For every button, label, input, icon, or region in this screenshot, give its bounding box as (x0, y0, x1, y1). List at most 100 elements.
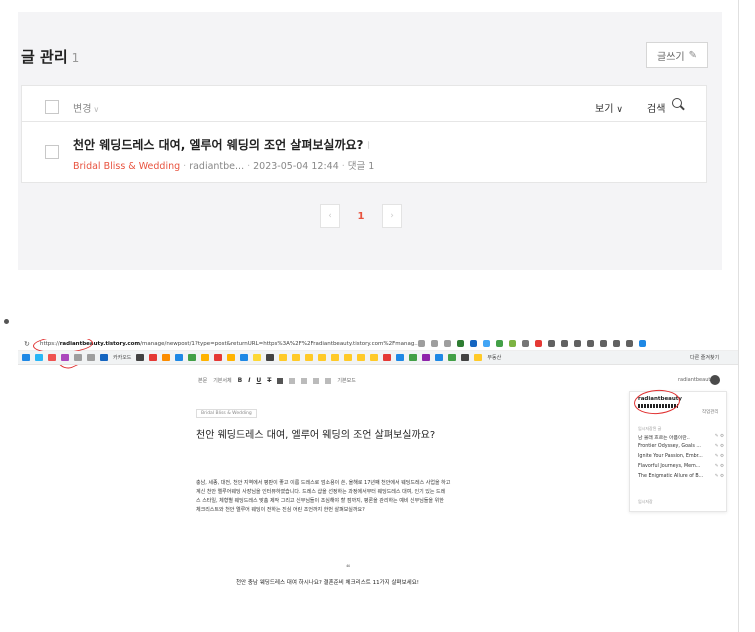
browser-extensions (418, 340, 646, 347)
prev-page-button[interactable]: ‹ (320, 204, 340, 228)
folder-icon[interactable] (474, 354, 483, 361)
other-bookmarks[interactable]: 다른 즐겨찾기 (690, 354, 719, 361)
drafts-footer[interactable]: 임시저장 (638, 499, 653, 505)
bookmark-icon[interactable] (48, 354, 56, 361)
post-row[interactable]: 천안 웨딩드레스 대여, 엘루어 웨딩의 조언 살펴보실까요? ⦚ Bridal … (21, 121, 707, 183)
list-item[interactable]: Frontier Odyssey, Goals ... ✎ ⚙ (638, 444, 724, 454)
document-body[interactable]: 충남, 세종, 대전, 천안 지역에서 평판이 좋고 이름 드레스로 엄소용이 … (196, 479, 496, 515)
red-annotation-circle (633, 388, 681, 416)
folder-icon[interactable] (279, 354, 288, 361)
edit-delete-icons[interactable]: ✎ ⚙ (715, 454, 724, 459)
next-page-button[interactable]: › (382, 204, 402, 228)
list-icon[interactable] (301, 377, 308, 384)
chevron-down-icon: ∨ (93, 105, 100, 114)
change-dropdown[interactable]: 변경 ∨ (73, 100, 99, 115)
bookmark-icon[interactable] (435, 354, 444, 361)
bookmark-folder[interactable]: 카카오드 (113, 354, 131, 361)
bookmark-icon[interactable] (162, 354, 171, 361)
bookmark-icon[interactable] (240, 354, 249, 361)
bookmark-icon[interactable] (87, 354, 95, 361)
document-title[interactable]: 천안 웨딩드레스 대여, 엘루어 웨딩의 조언 살펴보실까요? (196, 426, 435, 441)
post-category[interactable]: Bridal Bliss & Wedding (73, 161, 180, 172)
list-item[interactable]: 남 몰래 흐르는 아픔이란.. ✎ ⚙ (638, 434, 724, 444)
bookmark-icon[interactable] (422, 354, 431, 361)
edit-delete-icons[interactable]: ✎ ⚙ (715, 444, 724, 449)
url-text: https://radiantbeauty.tistory.com/manage… (40, 341, 420, 347)
bold-button[interactable]: B (238, 377, 243, 384)
folder-icon[interactable] (357, 354, 366, 361)
extension-icon (483, 340, 490, 347)
bookmark-icon[interactable] (188, 354, 197, 361)
bookmark-icon[interactable] (253, 354, 262, 361)
post-checkbox[interactable] (45, 145, 59, 159)
edit-delete-icons[interactable]: ✎ ⚙ (715, 474, 724, 479)
folder-icon[interactable] (344, 354, 353, 361)
bookmark-icon[interactable] (396, 354, 405, 361)
bookmark-icon[interactable] (461, 354, 470, 361)
edit-delete-icons[interactable]: ✎ ⚙ (715, 434, 724, 439)
folder-icon[interactable] (305, 354, 314, 361)
current-page[interactable]: 1 (340, 211, 382, 222)
bookmark-icon[interactable] (227, 354, 236, 361)
address-bar: ↻ https://radiantbeauty.tistory.com/mana… (18, 339, 738, 351)
bookmark-icon[interactable] (175, 354, 184, 361)
bookmark-icon[interactable] (100, 354, 108, 361)
extension-icon (561, 340, 568, 347)
post-title[interactable]: 천안 웨딩드레스 대여, 엘루어 웨딩의 조언 살펴보실까요? ⦚ (73, 136, 370, 153)
manage-link[interactable]: 작업관리 (702, 409, 719, 415)
folder-icon[interactable] (292, 354, 301, 361)
editor-toolbar: 본문 기본서체 B I U T 기본모드 (198, 377, 356, 384)
bookmark-icon[interactable] (136, 354, 145, 361)
post-meta: Bridal Bliss & Wedding · radiantbe... · 2023… (73, 161, 375, 172)
edit-delete-icons[interactable]: ✎ ⚙ (715, 464, 724, 469)
select-all-checkbox[interactable] (45, 100, 59, 114)
download-icon (587, 340, 594, 347)
block-type-select[interactable]: 본문 (198, 377, 207, 384)
bookmark-icon[interactable] (149, 354, 158, 361)
chevron-down-icon: ∨ (616, 105, 623, 115)
search-icon[interactable] (672, 98, 685, 111)
strike-button[interactable]: T (267, 377, 271, 384)
underline-button[interactable]: U (256, 377, 261, 384)
avatar[interactable] (710, 375, 720, 385)
mode-select[interactable]: 기본모드 (337, 377, 355, 384)
list-item[interactable]: Ignite Your Passion, Embr... ✎ ⚙ (638, 454, 724, 464)
reload-icon: ↻ (24, 340, 30, 348)
bookmark-icon[interactable] (35, 354, 43, 361)
bookmark-icon[interactable] (22, 354, 30, 361)
bookmark-icon[interactable] (214, 354, 223, 361)
bookmark-icon[interactable] (409, 354, 418, 361)
write-post-button[interactable]: 글쓰기 ✎ (646, 42, 708, 68)
view-dropdown[interactable]: 보기 ∨ (595, 100, 623, 115)
font-select[interactable]: 기본서체 (213, 377, 231, 384)
bookmark-icon[interactable] (448, 354, 457, 361)
bookmark-icon[interactable] (61, 354, 69, 361)
category-select[interactable]: Bridal Bliss & Wedding (196, 409, 257, 418)
list-item[interactable]: Flavorful Journeys, Mem... ✎ ⚙ (638, 464, 724, 474)
table-icon[interactable] (325, 377, 332, 384)
post-management-panel: 글 관리 1 글쓰기 ✎ 변경 ∨ 보기 ∨ 검색 천안 웨딩드레스 대여, 엘루어 … (18, 12, 722, 270)
post-comments[interactable]: 댓글 1 (348, 161, 375, 172)
folder-icon[interactable] (318, 354, 327, 361)
italic-button[interactable]: I (248, 377, 250, 384)
bookmark-icon[interactable] (266, 354, 275, 361)
editor-username[interactable]: radiantbeauty (678, 377, 713, 383)
profile-icon (613, 340, 620, 347)
search-button[interactable]: 검색 (647, 100, 665, 115)
zoom-icon (418, 340, 425, 347)
extension-icon (470, 340, 477, 347)
blog-dropdown-panel: radiantbeauty 작업관리 임시저장된 글 남 몰래 흐르는 아픔이란… (629, 388, 727, 512)
bookmarks-bar: 카카오드 부동산 다른 즐겨찾기 (18, 351, 738, 365)
bookmark-icon[interactable] (201, 354, 210, 361)
quote-text[interactable]: 천안 충남 웨딩드레스 대여 하시나요? 결혼준비 체크리스트 11가지 살펴보… (236, 578, 419, 586)
drafts-heading: 임시저장된 글 (638, 426, 662, 431)
folder-icon[interactable] (331, 354, 340, 361)
align-icon[interactable] (289, 377, 296, 384)
bookmark-icon[interactable] (383, 354, 392, 361)
link-icon[interactable] (313, 377, 320, 384)
list-item[interactable]: The Enigmatic Allure of B... ✎ ⚙ (638, 474, 724, 484)
bookmark-icon[interactable] (74, 354, 82, 361)
text-color-icon[interactable] (277, 377, 284, 384)
bookmark-folder[interactable]: 부동산 (487, 354, 501, 361)
folder-icon[interactable] (370, 354, 379, 361)
